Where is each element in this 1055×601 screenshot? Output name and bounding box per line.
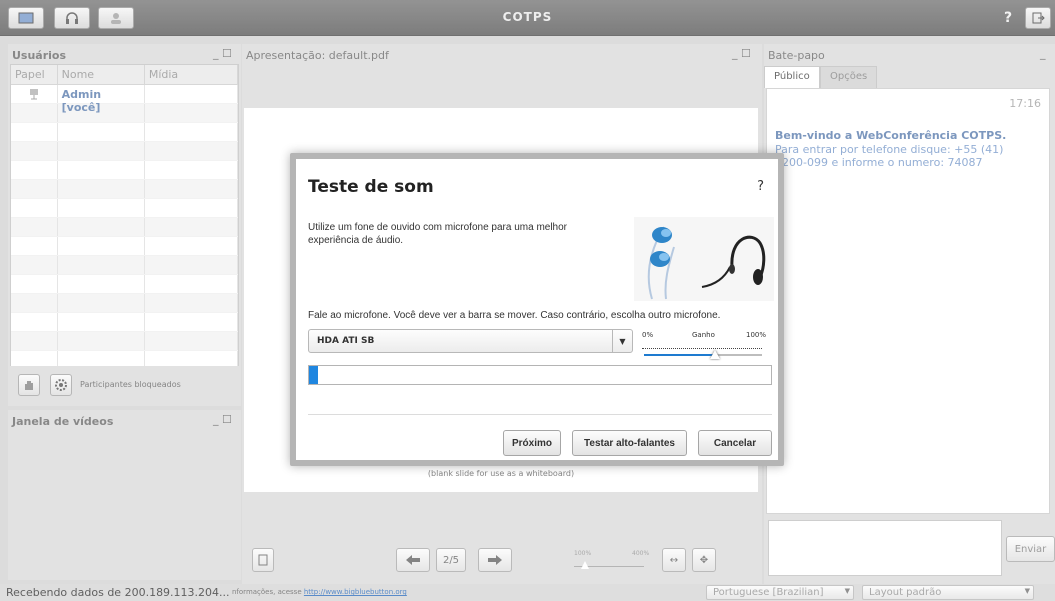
dialog-instruction: Fale ao microfone. Você deve ver a barra… <box>308 310 721 321</box>
cancel-button[interactable]: Cancelar <box>698 430 772 456</box>
dialog-divider <box>308 414 772 415</box>
mic-level-fill <box>309 366 319 384</box>
dialog-help-button[interactable]: ? <box>757 179 764 194</box>
sound-test-dialog: Teste de som ? Utilize um fone de ouvido… <box>290 153 784 466</box>
gain-ticks <box>642 343 762 349</box>
dialog-intro-text: Utilize um fone de ouvido com microfone … <box>308 222 568 246</box>
microphone-value: HDA ATI SB <box>317 336 375 346</box>
gain-min-label: 0% <box>642 331 654 339</box>
microphone-select[interactable]: HDA ATI SB ▼ <box>308 329 633 353</box>
gain-slider-thumb[interactable] <box>709 350 720 359</box>
gain-slider-fill <box>644 354 715 356</box>
headset-image <box>634 217 774 301</box>
gain-max-label: 100% <box>746 331 767 339</box>
test-speakers-button[interactable]: Testar alto-falantes <box>572 430 687 456</box>
mic-level-bar <box>308 365 772 385</box>
gain-label: Ganho <box>692 331 715 339</box>
next-button[interactable]: Próximo <box>503 430 561 456</box>
dialog-title: Teste de som <box>308 177 434 197</box>
chevron-down-icon[interactable]: ▼ <box>612 330 632 352</box>
